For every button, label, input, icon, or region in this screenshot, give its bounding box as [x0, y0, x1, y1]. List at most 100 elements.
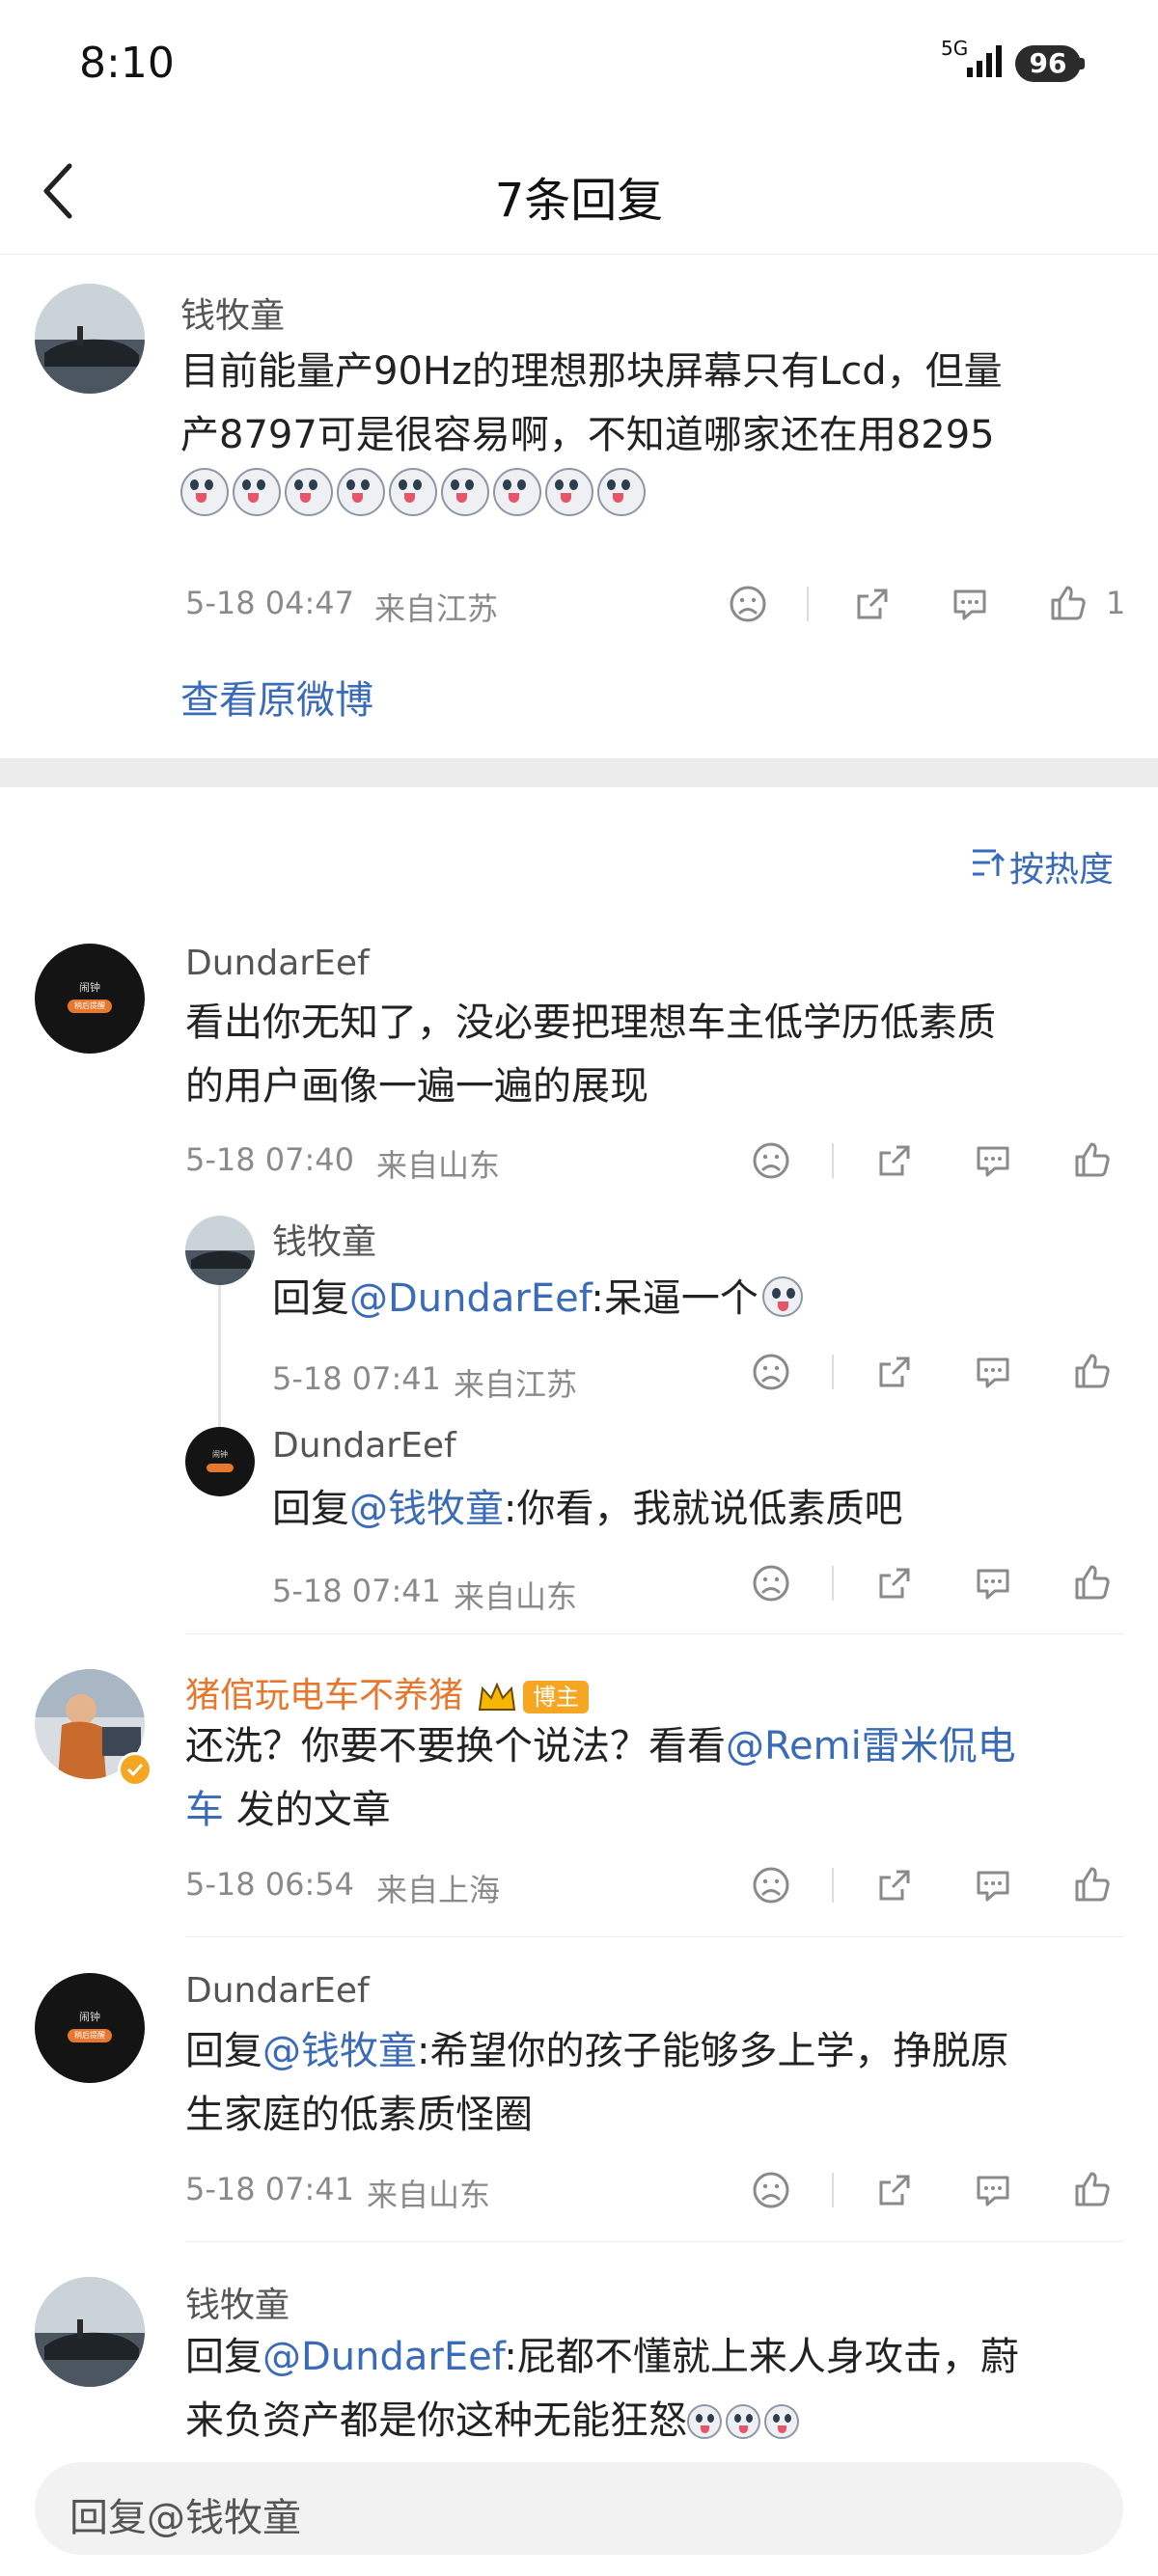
- comment-time: 5-18 07:41: [272, 1360, 442, 1397]
- reply-prefix: 回复: [272, 1276, 349, 1321]
- mention-link[interactable]: @DundarEef: [262, 2335, 504, 2379]
- avatar[interactable]: 闹钟 稍后提醒: [35, 1973, 145, 2083]
- comment-icon[interactable]: [974, 2171, 1012, 2209]
- battery-icon: 96: [1015, 45, 1081, 82]
- emoji-icon: [493, 468, 541, 516]
- like-icon[interactable]: [1073, 1352, 1112, 1390]
- reply-prefix: 回复: [272, 1487, 349, 1531]
- mention-link[interactable]: @钱牧童: [349, 1487, 504, 1531]
- comment-author[interactable]: 钱牧童: [180, 288, 285, 338]
- like-icon[interactable]: [1073, 2170, 1112, 2208]
- comment-time: 5-18 04:47: [185, 585, 355, 621]
- dislike-icon[interactable]: [752, 2171, 790, 2209]
- comment-author[interactable]: DundarEef: [185, 1971, 370, 2011]
- comment-icon[interactable]: [974, 1353, 1012, 1391]
- emoji-icon: [597, 468, 646, 516]
- comment-divider: [185, 1633, 1123, 1634]
- avatar[interactable]: 闹钟: [185, 1427, 255, 1496]
- reply-placeholder[interactable]: 回复@钱牧童: [69, 2486, 301, 2542]
- comment-icon[interactable]: [951, 585, 989, 623]
- comment-location: 来自山东: [376, 1147, 501, 1184]
- view-original-link[interactable]: 查看原微博: [180, 669, 373, 725]
- dislike-icon[interactable]: [752, 1141, 790, 1180]
- comment-text: 回复@钱牧童:希望你的孩子能够多上学，挣脱原 生家庭的低素质怪圈: [185, 2019, 1008, 2147]
- share-icon[interactable]: [875, 1141, 914, 1180]
- comment-icon[interactable]: [974, 1564, 1012, 1603]
- reply-prefix: 回复: [185, 2029, 262, 2073]
- mention-link[interactable]: @钱牧童: [262, 2029, 417, 2073]
- divider: [807, 587, 809, 621]
- network-type: 5G: [941, 37, 969, 60]
- comment-text-line: 目前能量产90Hz的理想那块屏幕只有Lcd，但量: [180, 349, 1003, 394]
- reply-text: :屁都不懂就上来人身攻击，蔚: [504, 2335, 1019, 2379]
- comment-text: 看出你无知了，没必要把理想车主低学历低素质 的用户画像一遍一遍的展现: [185, 991, 996, 1118]
- comment-author[interactable]: 钱牧童: [185, 2277, 290, 2327]
- comment-time: 5-18 07:41: [185, 2171, 355, 2207]
- reply-text: :你看，我就说低素质吧: [504, 1487, 903, 1531]
- header-divider: [0, 254, 1158, 255]
- comment-divider: [185, 2241, 1123, 2242]
- comment-text-line: 看出你无知了，没必要把理想车主低学历低素质: [185, 1000, 996, 1045]
- comment-author[interactable]: 钱牧童: [272, 1214, 376, 1264]
- emoji-icon: [389, 468, 437, 516]
- reply-text: :呆逼一个: [591, 1276, 758, 1321]
- like-icon[interactable]: [1049, 584, 1088, 622]
- like-count: 1: [1106, 585, 1126, 621]
- like-icon[interactable]: [1073, 1140, 1112, 1179]
- dislike-icon[interactable]: [752, 1866, 790, 1905]
- crown-icon: [478, 1682, 516, 1711]
- emoji-icon: [285, 468, 333, 516]
- share-icon[interactable]: [875, 1564, 914, 1603]
- battery-tip: [1079, 58, 1085, 69]
- divider: [832, 2173, 834, 2207]
- avatar-text: 闹钟: [79, 981, 100, 994]
- dislike-icon[interactable]: [752, 1353, 790, 1391]
- avatar-button: 稍后提醒: [68, 2029, 112, 2042]
- like-icon[interactable]: [1073, 1563, 1112, 1602]
- comment-text-line: 生家庭的低素质怪圈: [185, 2093, 533, 2137]
- comment-icon[interactable]: [974, 1141, 1012, 1180]
- sort-label[interactable]: 按热度: [1009, 841, 1114, 891]
- mention-link[interactable]: @DundarEef: [349, 1276, 591, 1321]
- avatar[interactable]: [185, 1216, 255, 1285]
- divider: [832, 1566, 834, 1601]
- comment-location: 来自山东: [367, 2177, 491, 2213]
- share-icon[interactable]: [853, 585, 892, 623]
- comment-text-segment: 还洗？你要不要换个说法？看看: [185, 1724, 726, 1768]
- comment-text: 还洗？你要不要换个说法？看看@Remi雷米侃电 车 发的文章: [185, 1714, 1016, 1842]
- emoji-icon: [545, 468, 593, 516]
- avatar-text: 闹钟: [79, 2011, 100, 2023]
- share-icon[interactable]: [875, 1866, 914, 1905]
- divider: [832, 1143, 834, 1178]
- sort-icon[interactable]: [969, 845, 1007, 880]
- comment-location: 来自江苏: [374, 590, 499, 627]
- share-icon[interactable]: [875, 2171, 914, 2209]
- comment-author[interactable]: DundarEef: [185, 944, 370, 983]
- comment-time: 5-18 07:40: [185, 1141, 355, 1178]
- emoji-icon: [180, 468, 229, 516]
- mention-link[interactable]: 车: [185, 1788, 224, 1832]
- avatar[interactable]: [35, 284, 145, 394]
- comment-divider: [185, 1936, 1123, 1937]
- emoji-icon: [337, 468, 385, 516]
- comment-author[interactable]: DundarEef: [272, 1426, 456, 1466]
- section-gap: [0, 758, 1158, 787]
- share-icon[interactable]: [875, 1353, 914, 1391]
- avatar[interactable]: 闹钟 稍后提醒: [35, 944, 145, 1054]
- dislike-icon[interactable]: [752, 1564, 790, 1603]
- comment-icon[interactable]: [974, 1866, 1012, 1905]
- comment-location: 来自山东: [454, 1578, 578, 1615]
- comment-text-line: 来负资产都是你这种无能狂怒: [185, 2398, 687, 2443]
- comment-text-segment: 发的文章: [224, 1788, 391, 1832]
- emoji-icon: [764, 2404, 799, 2439]
- comment-time: 5-18 06:54: [185, 1866, 355, 1903]
- avatar[interactable]: [35, 2277, 145, 2387]
- divider: [832, 1355, 834, 1389]
- emoji-icon: [687, 2404, 722, 2439]
- comment-author[interactable]: 猪倌玩电车不养猪: [185, 1676, 463, 1715]
- comment-location: 来自江苏: [454, 1366, 578, 1403]
- mention-link[interactable]: @Remi雷米侃电: [726, 1724, 1016, 1768]
- like-icon[interactable]: [1073, 1865, 1112, 1904]
- comment-time: 5-18 07:41: [272, 1573, 442, 1609]
- dislike-icon[interactable]: [729, 585, 767, 623]
